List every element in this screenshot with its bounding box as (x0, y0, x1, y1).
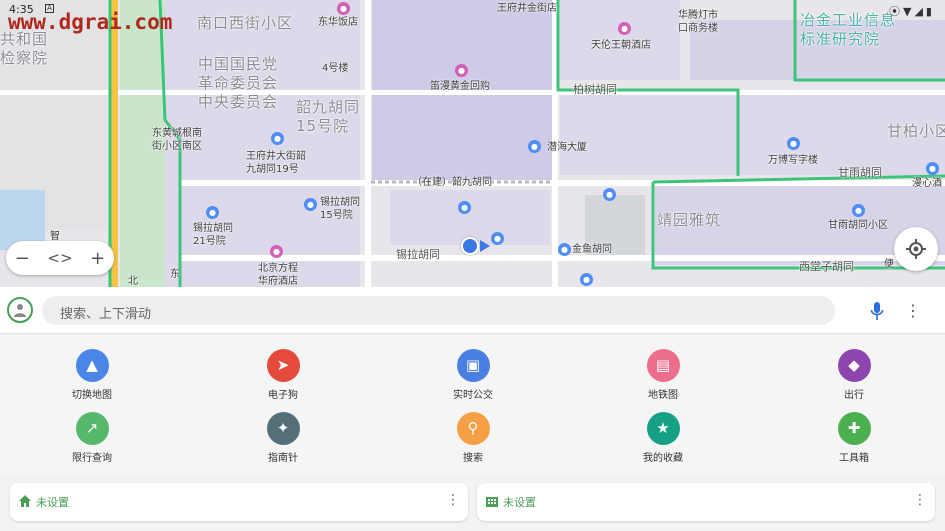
map-label: 王府井大街韶 九胡同19号 (246, 151, 306, 175)
star-icon: ★ (646, 412, 680, 445)
grid-item-label: 电子狗 (268, 390, 298, 401)
home-card[interactable]: 未设置 ⋮ (10, 483, 468, 521)
map-label: 漫心酒 (912, 178, 942, 189)
map-label: 4号楼 (322, 63, 349, 74)
shop-poi-icon[interactable]: ● (455, 64, 468, 77)
company-card[interactable]: 未设置 ⋮ (477, 483, 935, 521)
map-label: 靖园雅筑 (657, 211, 722, 229)
grid-item-bus[interactable]: ▣ 实时公交 (423, 349, 523, 405)
map-label: 天伦王朝酒店 (591, 40, 651, 51)
map-label: 万博写字楼 (768, 155, 818, 166)
grid-item-label: 地铁图 (648, 390, 678, 401)
map-label: 北京方程 华府酒店 (258, 263, 298, 287)
zoom-control: − <> + (6, 241, 114, 275)
search-bar-row: 搜索、上下滑动 ⋮ (0, 287, 945, 334)
grid-item-shapes[interactable]: ▲ 切换地图 (42, 349, 142, 405)
home-icon (19, 495, 31, 507)
map-label: 便 (884, 259, 894, 270)
map-label: 锡拉胡同 15号院 (320, 197, 360, 221)
search-placeholder: 搜索、上下滑动 (60, 307, 152, 322)
hotel-poi-icon[interactable]: ● (618, 22, 631, 35)
grid-item-search[interactable]: ⚲ 搜索 (423, 412, 523, 468)
grid-item-label: 实时公交 (453, 390, 493, 401)
subway-station-icon[interactable]: ● (558, 243, 571, 256)
quick-actions-grid: ▲ 切换地图 ➤ 电子狗 ▣ 实时公交 ▤ 地铁图 ◆ 出行 ↗ 限行查询 ✦ 指南针 ⚲ 搜索 ★ 我的收藏 ✚ 工… (0, 335, 945, 475)
building-poi-icon[interactable]: ● (528, 140, 541, 153)
avatar[interactable] (7, 297, 33, 323)
more-icon[interactable]: ⋮ (446, 492, 460, 508)
hotel-poi-icon[interactable]: ● (270, 245, 283, 258)
map-label: 笛漫黄金回购 (430, 81, 490, 92)
map-label: 甘雨胡同小区 (828, 220, 888, 231)
grid-item-label: 搜索 (463, 453, 483, 464)
grid-item-compass[interactable]: ✦ 指南针 (233, 412, 333, 468)
more-icon[interactable]: ⋮ (913, 492, 927, 508)
map-label: 甘雨胡同 (838, 166, 882, 179)
zoom-out-button[interactable]: − (15, 248, 30, 269)
grid-item-label: 切换地图 (72, 390, 112, 401)
bus-stop-icon[interactable]: ● (458, 201, 471, 214)
map-label: 西堂子胡同 (799, 260, 854, 273)
map-label: 东黄城根南 街小区南区 (152, 128, 202, 152)
map-label: 锡拉胡同 21号院 (193, 223, 233, 247)
trend-icon: ↗ (75, 412, 109, 445)
heading-arrow-icon (480, 240, 490, 252)
map-label: 共和国 检察院 (0, 30, 49, 67)
map-label: 东 (170, 269, 180, 280)
home-card-label: 未设置 (36, 496, 69, 509)
map-label: 潜海大厦 (547, 142, 587, 153)
map-label: （在建）韶九胡同 (412, 177, 492, 188)
map-label: 柏树胡同 (573, 83, 617, 96)
crosshair-icon (906, 239, 926, 259)
shapes-icon: ▲ (75, 349, 109, 382)
map-view[interactable]: 共和国 检察院 南口西街小区 东华饭店 王府井金街店 华腾灯市 口商务楼 冶金工业信息 标… (0, 0, 945, 287)
grid-item-star[interactable]: ★ 我的收藏 (613, 412, 713, 468)
grid-item-navigation-arrow[interactable]: ➤ 电子狗 (233, 349, 333, 405)
search-input[interactable]: 搜索、上下滑动 (42, 296, 835, 325)
navigation-arrow-icon: ➤ (266, 349, 300, 382)
locate-button[interactable] (894, 227, 938, 271)
grid-item-puzzle[interactable]: ✚ 工具箱 (804, 412, 904, 468)
watermark: www.dgrai.com (8, 10, 173, 34)
grid-item-trend[interactable]: ↗ 限行查询 (42, 412, 142, 468)
bus-stop-icon[interactable]: ● (603, 188, 616, 201)
code-button[interactable]: <> (47, 249, 72, 267)
grid-item-subway[interactable]: ▤ 地铁图 (613, 349, 713, 405)
building-poi-icon[interactable]: ● (852, 204, 865, 217)
user-icon (14, 304, 26, 317)
bus-stop-icon[interactable]: ● (580, 273, 593, 286)
compass-icon: ✦ (266, 412, 300, 445)
status-icons: ⦿▼◢▮ (889, 5, 935, 18)
grid-item-label: 限行查询 (72, 453, 112, 464)
grid-item-label: 出行 (844, 390, 864, 401)
bus-stop-icon[interactable]: ● (491, 232, 504, 245)
current-location-dot (461, 237, 479, 255)
microphone-icon[interactable] (869, 301, 885, 321)
building-poi-icon[interactable]: ● (206, 206, 219, 219)
building-poi-icon[interactable]: ● (271, 132, 284, 145)
subway-icon: ▤ (646, 349, 680, 382)
grid-item-label: 工具箱 (839, 453, 869, 464)
map-label: 中国国民党 革命委员会 中央委员会 (198, 55, 279, 111)
map-label: 韶九胡同 15号院 (296, 98, 361, 135)
company-card-label: 未设置 (503, 496, 536, 509)
map-label: 锡拉胡同 (396, 248, 440, 261)
company-icon (486, 497, 498, 507)
map-label: 北 (128, 276, 138, 287)
map-label: 甘柏小区 (887, 122, 945, 140)
building-poi-icon[interactable]: ● (926, 162, 939, 175)
building-poi-icon[interactable]: ● (304, 198, 317, 211)
grid-item-label: 指南针 (268, 453, 298, 464)
grid-item-label: 我的收藏 (643, 453, 683, 464)
building-poi-icon[interactable]: ● (787, 137, 800, 150)
search-icon: ⚲ (456, 412, 490, 445)
zoom-in-button[interactable]: + (90, 248, 105, 269)
directions-icon: ◆ (837, 349, 871, 382)
puzzle-icon: ✚ (837, 412, 871, 445)
grid-item-directions[interactable]: ◆ 出行 (804, 349, 904, 405)
map-label: 金鱼胡同 (572, 244, 612, 255)
more-menu-icon[interactable]: ⋮ (905, 301, 921, 321)
bus-icon: ▣ (456, 349, 490, 382)
